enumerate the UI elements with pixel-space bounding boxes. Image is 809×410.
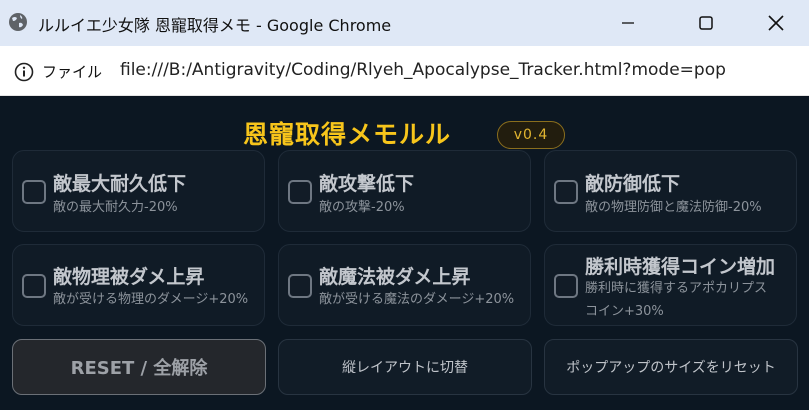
buff-title: 敵物理被ダメ上昇 — [53, 266, 205, 288]
reset-popup-size-button[interactable]: ポップアップのサイズをリセット — [544, 339, 798, 395]
buff-checkbox[interactable] — [288, 180, 312, 204]
app-content: 恩寵取得メモルル v0.4 敵最大耐久低下 敵の最大耐久力-20% 敵攻撃低下 … — [0, 97, 809, 410]
buff-description-line: 勝利時に獲得するアポカリプス — [585, 281, 768, 296]
maximize-icon — [699, 16, 713, 30]
buff-description-line: コイン+30% — [585, 304, 664, 319]
reset-button[interactable]: RESET / 全解除 — [12, 339, 266, 395]
buff-checkbox[interactable] — [554, 274, 578, 298]
url-field[interactable]: file:///B:/Antigravity/Coding/Rlyeh_Apoc… — [120, 60, 788, 80]
buff-checkbox[interactable] — [22, 274, 46, 298]
buff-description: 敵の物理防御と魔法防御-20% — [585, 200, 762, 215]
buff-card[interactable]: 敵魔法被ダメ上昇 敵が受ける魔法のダメージ+20% — [278, 244, 531, 326]
buff-card[interactable]: 敵防御低下 敵の物理防御と魔法防御-20% — [544, 150, 797, 232]
buff-description: 敵の最大耐久力-20% — [53, 200, 178, 215]
window-title: ルルイエ少女隊 恩寵取得メモ - Google Chrome — [38, 16, 392, 35]
buff-card[interactable]: 敵物理被ダメ上昇 敵が受ける物理のダメージ+20% — [12, 244, 265, 326]
window-titlebar: ルルイエ少女隊 恩寵取得メモ - Google Chrome — [0, 0, 809, 46]
buff-checkbox[interactable] — [554, 180, 578, 204]
buff-title: 敵防御低下 — [585, 173, 681, 195]
minimize-button[interactable] — [597, 0, 659, 46]
buff-checkbox[interactable] — [288, 274, 312, 298]
app-title: 恩寵取得メモルル — [243, 120, 452, 149]
minimize-icon — [622, 22, 634, 24]
site-info-label[interactable]: ファイル — [42, 61, 102, 82]
globe-icon — [9, 13, 27, 31]
buff-card[interactable]: 敵攻撃低下 敵の攻撃-20% — [278, 150, 531, 232]
buff-title: 敵魔法被ダメ上昇 — [319, 266, 471, 288]
buff-description: 勝利時に獲得するアポカリプス コイン+30% — [585, 277, 767, 323]
close-icon — [768, 15, 784, 31]
vertical-layout-button[interactable]: 縦レイアウトに切替 — [278, 339, 532, 395]
info-icon[interactable] — [14, 62, 34, 82]
buff-description: 敵が受ける物理のダメージ+20% — [53, 292, 249, 307]
close-button[interactable] — [745, 0, 807, 46]
address-bar: ファイル file:///B:/Antigravity/Coding/Rlyeh… — [0, 46, 809, 96]
buff-description: 敵が受ける魔法のダメージ+20% — [319, 292, 515, 307]
maximize-button[interactable] — [675, 0, 737, 46]
buff-card[interactable]: 敵最大耐久低下 敵の最大耐久力-20% — [12, 150, 265, 232]
buff-description: 敵の攻撃-20% — [319, 200, 405, 215]
buff-card[interactable]: 勝利時獲得コイン増加 勝利時に獲得するアポカリプス コイン+30% — [544, 244, 797, 326]
buff-title: 勝利時獲得コイン増加 — [585, 256, 776, 278]
buff-title: 敵攻撃低下 — [319, 173, 415, 195]
buff-title: 敵最大耐久低下 — [53, 173, 187, 195]
buff-checkbox[interactable] — [22, 180, 46, 204]
version-badge: v0.4 — [497, 121, 565, 149]
